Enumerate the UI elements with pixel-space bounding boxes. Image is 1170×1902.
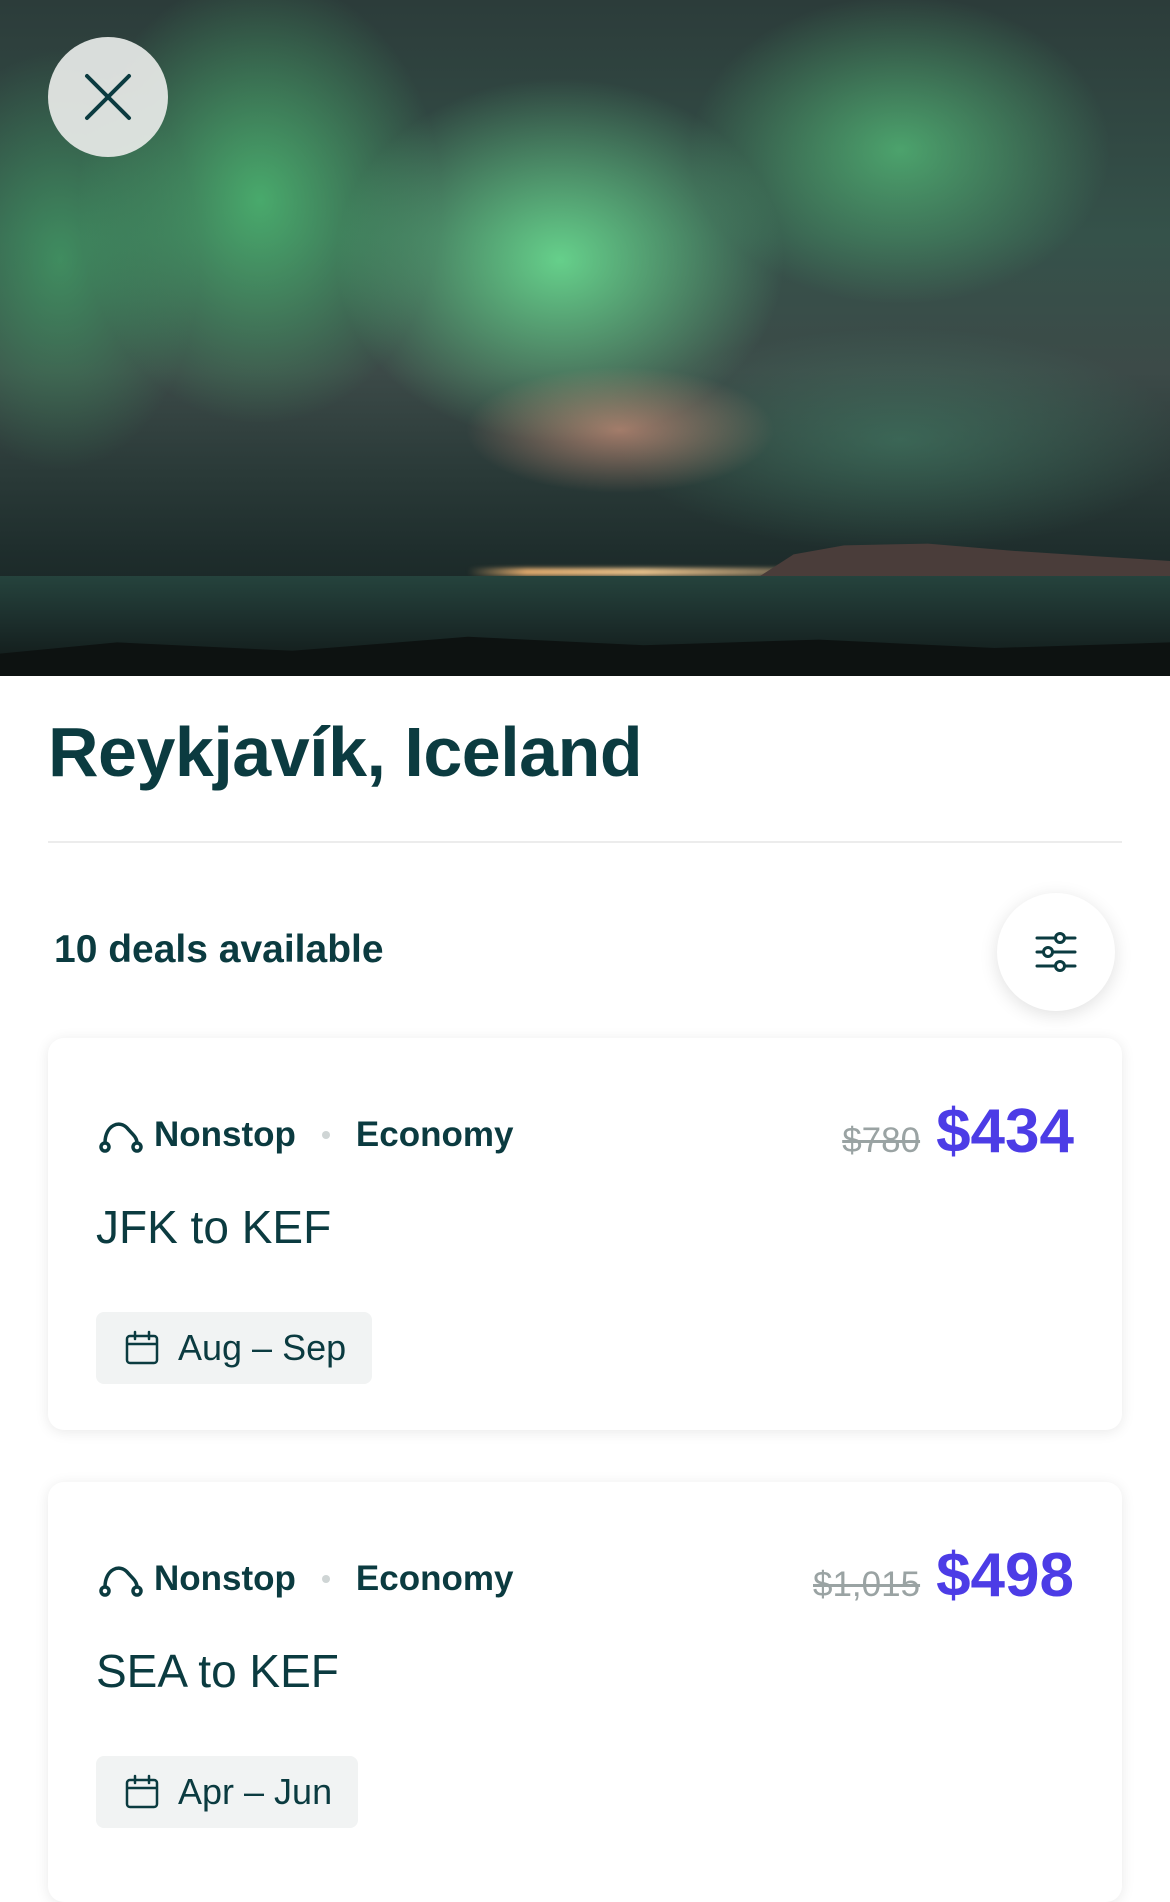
calendar-icon	[125, 1330, 159, 1365]
date-range: Aug – Sep	[178, 1327, 347, 1368]
date-range-chip: Apr – Jun	[96, 1756, 359, 1828]
deal-price: $498	[936, 1541, 1074, 1610]
calendar-icon	[125, 1774, 159, 1809]
deal-meta: Nonstop Economy	[98, 1554, 513, 1604]
date-range-chip: Aug – Sep	[96, 1312, 373, 1384]
sliders-icon	[1035, 932, 1077, 972]
deal-card[interactable]: Nonstop Economy $780 $434 JFK to KEF Aug…	[48, 1038, 1122, 1430]
deals-count: 10 deals available	[54, 928, 384, 971]
cabin-label: Economy	[355, 1115, 514, 1154]
deal-card[interactable]: Nonstop Economy $1,015 $498 SEA to KEF A…	[48, 1482, 1122, 1902]
divider	[48, 841, 1122, 843]
price: $780 $434	[842, 1096, 1074, 1167]
close-button[interactable]	[48, 37, 168, 157]
hero-image	[0, 0, 1170, 676]
price: $1,015 $498	[813, 1540, 1074, 1611]
separator-dot	[321, 1131, 330, 1139]
deal-price: $434	[936, 1097, 1074, 1166]
route-icon	[99, 1566, 143, 1597]
deal-meta: Nonstop Economy	[98, 1110, 513, 1160]
separator-dot	[321, 1575, 330, 1583]
route-icon	[99, 1122, 143, 1153]
route-label: SEA to KEF	[96, 1645, 339, 1697]
mountain	[760, 543, 1170, 576]
close-icon	[85, 74, 131, 120]
original-price: $780	[842, 1121, 921, 1160]
cabin-label: Economy	[355, 1559, 514, 1598]
route-label: JFK to KEF	[96, 1201, 332, 1253]
stops-label: Nonstop	[154, 1559, 296, 1598]
stops-label: Nonstop	[154, 1115, 296, 1154]
original-price: $1,015	[813, 1565, 921, 1604]
date-range: Apr – Jun	[178, 1771, 333, 1812]
page-title: Reykjavík, Iceland	[48, 713, 643, 791]
filter-button[interactable]	[997, 893, 1115, 1011]
